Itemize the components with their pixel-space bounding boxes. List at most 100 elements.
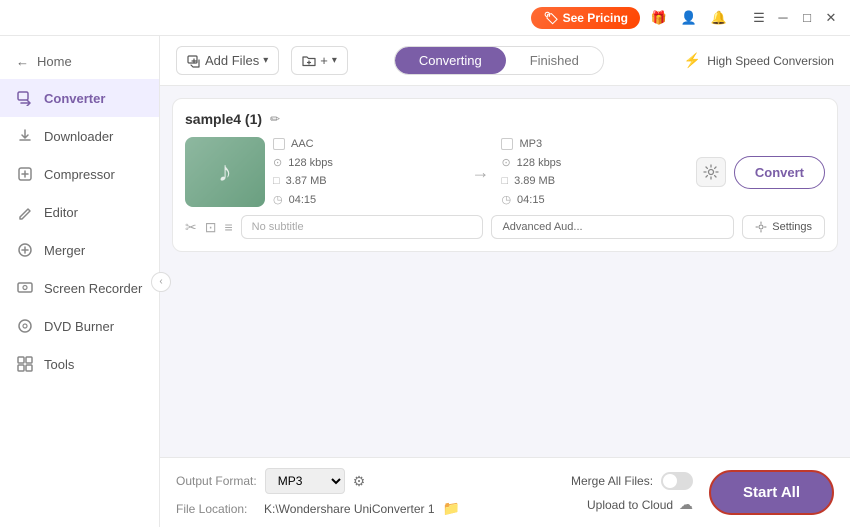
target-size: 3.89 MB [514,175,555,187]
file-header: sample4 (1) ✏ [185,111,825,127]
target-info: MP3 ⊙ 128 kbps □ 3.89 MB ◷ 04:15 [501,138,687,206]
merge-files-label: Merge All Files: [571,474,653,488]
tab-finished[interactable]: Finished [506,47,603,74]
toolbar: Add Files ▾ + ▾ Converting Finished ⚡ Hi… [160,36,850,86]
minimize-button[interactable]: ─ [772,7,794,29]
high-speed-label: High Speed Conversion [707,54,834,68]
conversion-tabs: Converting Finished [394,46,604,75]
source-info: AAC ⊙ 128 kbps □ 3.87 MB ◷ 04:15 [273,138,459,206]
add-folder-icon [302,54,316,68]
source-bitrate-row: ⊙ 128 kbps [273,156,459,169]
toggle-knob [663,474,677,488]
tools-icon [16,355,34,373]
target-format-checkbox-icon [501,138,513,150]
sidebar: ← Home Converter Downloader [0,36,160,527]
music-note-icon: ♪ [218,156,232,188]
effects-icon[interactable]: ≡ [224,219,232,235]
pricing-label: See Pricing [563,11,628,25]
target-bitrate-icon: ⊙ [501,156,510,169]
output-format-label: Output Format: [176,474,257,488]
add-files-icon [187,54,201,68]
format-settings-icon[interactable]: ⚙ [353,473,366,490]
see-pricing-button[interactable]: 🏷 See Pricing [531,7,640,29]
lightning-icon: ⚡ [684,52,701,69]
source-size-row: □ 3.87 MB [273,175,459,187]
screen-recorder-label: Screen Recorder [44,281,142,296]
settings-small-icon [755,221,767,233]
file-list: sample4 (1) ✏ ♪ AAC [160,86,850,457]
edit-icon[interactable]: ✏ [270,112,280,126]
bottom-left: Output Format: MP3 ⚙ File Location: K:\W… [176,468,555,517]
main-layout: ← Home Converter Downloader [0,36,850,527]
titlebar-pricing-section: 🏷 See Pricing 🎁 👤 🔔 [531,7,730,29]
close-button[interactable]: ✕ [820,7,842,29]
add-folder-label: + [320,53,328,68]
sidebar-item-dvd-burner[interactable]: DVD Burner [0,307,159,345]
sidebar-item-editor[interactable]: Editor [0,193,159,231]
upload-cloud-row: Upload to Cloud ☁ [587,496,693,513]
editor-label: Editor [44,205,78,220]
add-folder-button[interactable]: + ▾ [291,46,348,75]
output-format-row: Output Format: MP3 ⚙ [176,468,555,494]
titlebar: 🏷 See Pricing 🎁 👤 🔔 ☰ ─ □ ✕ [0,0,850,36]
sidebar-home-label: Home [37,54,72,69]
sidebar-item-downloader[interactable]: Downloader [0,117,159,155]
tab-converting[interactable]: Converting [395,47,506,74]
sidebar-home[interactable]: ← Home [0,44,159,79]
screen-recorder-icon [16,279,34,297]
settings-button[interactable]: Settings [742,215,825,239]
bell-icon[interactable]: 🔔 [708,7,730,29]
sidebar-item-tools[interactable]: Tools [0,345,159,383]
start-all-button[interactable]: Start All [709,470,834,515]
menu-icon[interactable]: ☰ [748,7,770,29]
subtitle-select[interactable]: No subtitle [241,215,484,239]
convert-button[interactable]: Convert [734,156,825,189]
target-format-row: MP3 [501,138,687,150]
output-format-select[interactable]: MP3 [265,468,345,494]
tag-icon: 🏷 [543,11,558,25]
source-format: AAC [291,138,314,150]
crop-icon[interactable]: ⊡ [205,219,217,236]
sidebar-collapse-button[interactable]: ‹ [151,272,171,292]
merger-label: Merger [44,243,85,258]
tools-label: Tools [44,357,74,372]
target-bitrate: 128 kbps [517,157,562,169]
converter-icon [16,89,34,107]
upload-cloud-label: Upload to Cloud [587,498,673,512]
profile-icon[interactable]: 👤 [678,7,700,29]
sidebar-item-converter[interactable]: Converter [0,79,159,117]
advanced-audio-select[interactable]: Advanced Aud... [491,215,734,239]
maximize-button[interactable]: □ [796,7,818,29]
add-files-label: Add Files [205,53,259,68]
dropdown-arrow-icon: ▾ [263,55,268,66]
file-actions-row: ✂ ⊡ ≡ No subtitle Advanced Aud... [185,215,825,239]
source-size: 3.87 MB [286,175,327,187]
target-size-row: □ 3.89 MB [501,175,687,187]
file-body: ♪ AAC ⊙ 128 kbps □ [185,137,825,207]
downloader-label: Downloader [44,129,113,144]
content-area: Add Files ▾ + ▾ Converting Finished ⚡ Hi… [160,36,850,527]
target-size-icon: □ [501,175,508,187]
merge-files-toggle[interactable] [661,472,693,490]
source-duration: 04:15 [289,194,317,206]
compressor-label: Compressor [44,167,115,182]
source-bitrate: 128 kbps [288,157,333,169]
file-location-value: K:\Wondershare UniConverter 1 [264,502,435,516]
file-card: sample4 (1) ✏ ♪ AAC [172,98,838,252]
sidebar-item-screen-recorder[interactable]: Screen Recorder [0,269,159,307]
folder-browse-icon[interactable]: 📁 [443,500,460,517]
sidebar-item-compressor[interactable]: Compressor [0,155,159,193]
cloud-icon[interactable]: ☁ [679,496,693,513]
add-files-button[interactable]: Add Files ▾ [176,46,279,75]
sidebar-item-merger[interactable]: Merger [0,231,159,269]
source-duration-row: ◷ 04:15 [273,193,459,206]
gift-icon[interactable]: 🎁 [648,7,670,29]
editor-icon [16,203,34,221]
file-settings-icon-button[interactable] [696,157,726,187]
back-icon: ← [16,54,29,69]
target-duration-row: ◷ 04:15 [501,193,687,206]
cut-icon[interactable]: ✂ [185,219,197,236]
convert-section: Convert [696,156,825,189]
window-controls: ☰ ─ □ ✕ [748,7,842,29]
high-speed-section: ⚡ High Speed Conversion [684,52,834,69]
